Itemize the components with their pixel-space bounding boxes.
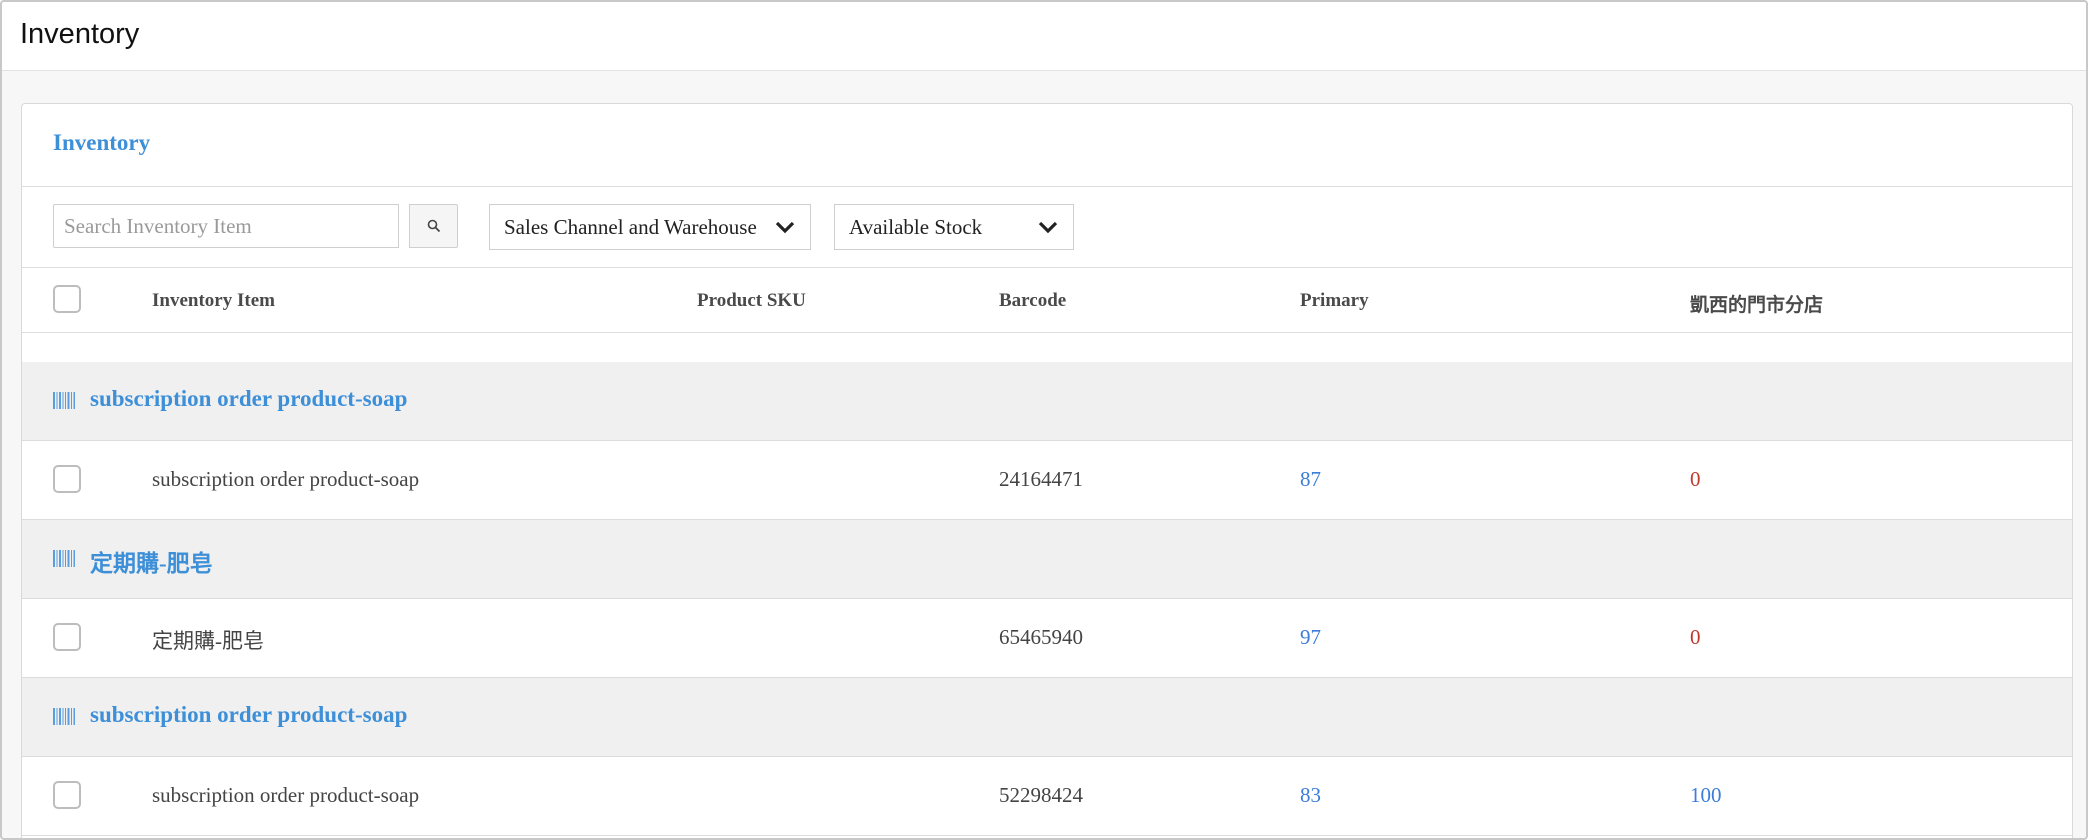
column-primary[interactable]: Primary	[1300, 290, 1369, 312]
window-frame: Inventory Inventory Sales Channel and Wa…	[0, 0, 2088, 840]
row-checkbox[interactable]	[53, 623, 81, 651]
table-row: 定期購-肥皂 65465940 97 0	[22, 599, 2072, 678]
store-stock-value[interactable]: 0	[1690, 625, 1701, 650]
barcode-value: 24164471	[999, 467, 1083, 491]
barcode-value: 52298424	[999, 783, 1083, 807]
column-store-branch[interactable]: 凱西的門市分店	[1690, 290, 1823, 317]
row-checkbox[interactable]	[53, 781, 81, 809]
barcode-value: 65465940	[999, 625, 1083, 649]
store-stock-value[interactable]: 0	[1690, 467, 1701, 492]
product-group-name[interactable]: subscription order product-soap	[90, 702, 407, 728]
column-inventory-item[interactable]: Inventory Item	[152, 290, 275, 312]
product-group-name[interactable]: subscription order product-soap	[90, 386, 407, 412]
panel-header: Inventory	[22, 104, 2072, 187]
search-icon	[427, 219, 440, 233]
table-row: subscription order product-soap 24164471…	[22, 441, 2072, 520]
inventory-item-name: subscription order product-soap	[152, 783, 420, 807]
page-title: Inventory	[20, 18, 140, 50]
sales-channel-select-value: Sales Channel and Warehouse	[504, 214, 757, 239]
product-group-row: subscription order product-soap	[22, 678, 2072, 757]
search-button[interactable]	[409, 204, 458, 248]
barcode-icon	[53, 392, 75, 409]
column-product-sku[interactable]: Product SKU	[697, 290, 806, 312]
primary-stock-value[interactable]: 97	[1300, 625, 1321, 650]
column-barcode[interactable]: Barcode	[999, 290, 1066, 312]
primary-stock-value[interactable]: 83	[1300, 783, 1321, 808]
panel-title: Inventory	[53, 130, 151, 155]
chevron-down-icon	[1038, 221, 1058, 234]
table-header: Inventory Item Product SKU Barcode Prima…	[22, 268, 2072, 333]
table-body: subscription order product-soap subscrip…	[22, 333, 2072, 838]
inventory-item-name: 定期購-肥皂	[152, 629, 264, 653]
barcode-icon	[53, 708, 75, 725]
available-stock-select[interactable]: Available Stock	[834, 204, 1074, 250]
product-group-row: 定期購-肥皂	[22, 520, 2072, 599]
filter-toolbar: Sales Channel and Warehouse Available St…	[22, 187, 2072, 268]
search-input[interactable]	[53, 204, 399, 248]
select-all-checkbox[interactable]	[53, 285, 81, 313]
barcode-icon	[53, 550, 75, 567]
store-stock-value[interactable]: 100	[1690, 783, 1722, 808]
inventory-item-name: subscription order product-soap	[152, 467, 420, 491]
product-group-name[interactable]: 定期購-肥皂	[90, 544, 213, 578]
row-checkbox[interactable]	[53, 465, 81, 493]
available-stock-select-value: Available Stock	[849, 214, 983, 239]
product-group-row: subscription order product-soap	[22, 362, 2072, 441]
sales-channel-warehouse-select[interactable]: Sales Channel and Warehouse	[489, 204, 811, 250]
table-row: subscription order product-soap 52298424…	[22, 757, 2072, 836]
chevron-down-icon	[775, 221, 795, 234]
inventory-panel: Inventory Sales Channel and Warehouse Av…	[21, 103, 2073, 838]
primary-stock-value[interactable]: 87	[1300, 467, 1321, 492]
top-bar: Inventory	[2, 2, 2086, 71]
